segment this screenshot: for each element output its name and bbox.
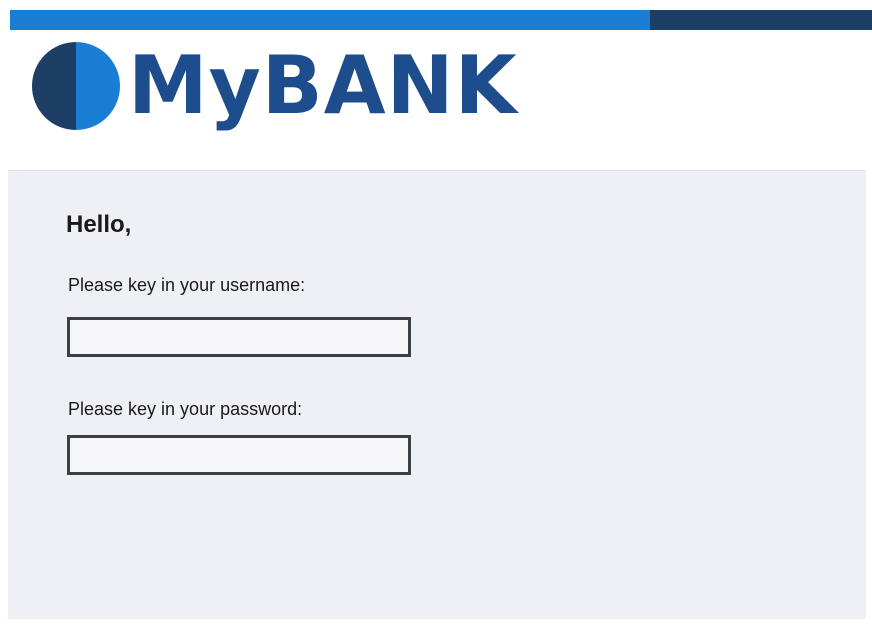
header-bar-light-segment	[10, 10, 650, 30]
greeting-heading: Hello,	[66, 211, 132, 238]
header-color-bar	[10, 10, 872, 30]
username-input[interactable]	[67, 317, 411, 357]
login-panel: Hello, Please key in your username: Plea…	[8, 170, 866, 619]
header-bar-dark-segment	[650, 10, 872, 30]
password-label: Please key in your password:	[68, 399, 303, 419]
login-page: MyBANK Hello, Please key in your usernam…	[0, 0, 872, 626]
password-input[interactable]	[67, 435, 411, 475]
brand-wordmark: MyBANK	[128, 39, 518, 132]
half-circle-logo-icon	[32, 42, 120, 130]
brand-logo: MyBANK	[30, 38, 518, 134]
username-label: Please key in your username:	[68, 275, 306, 295]
